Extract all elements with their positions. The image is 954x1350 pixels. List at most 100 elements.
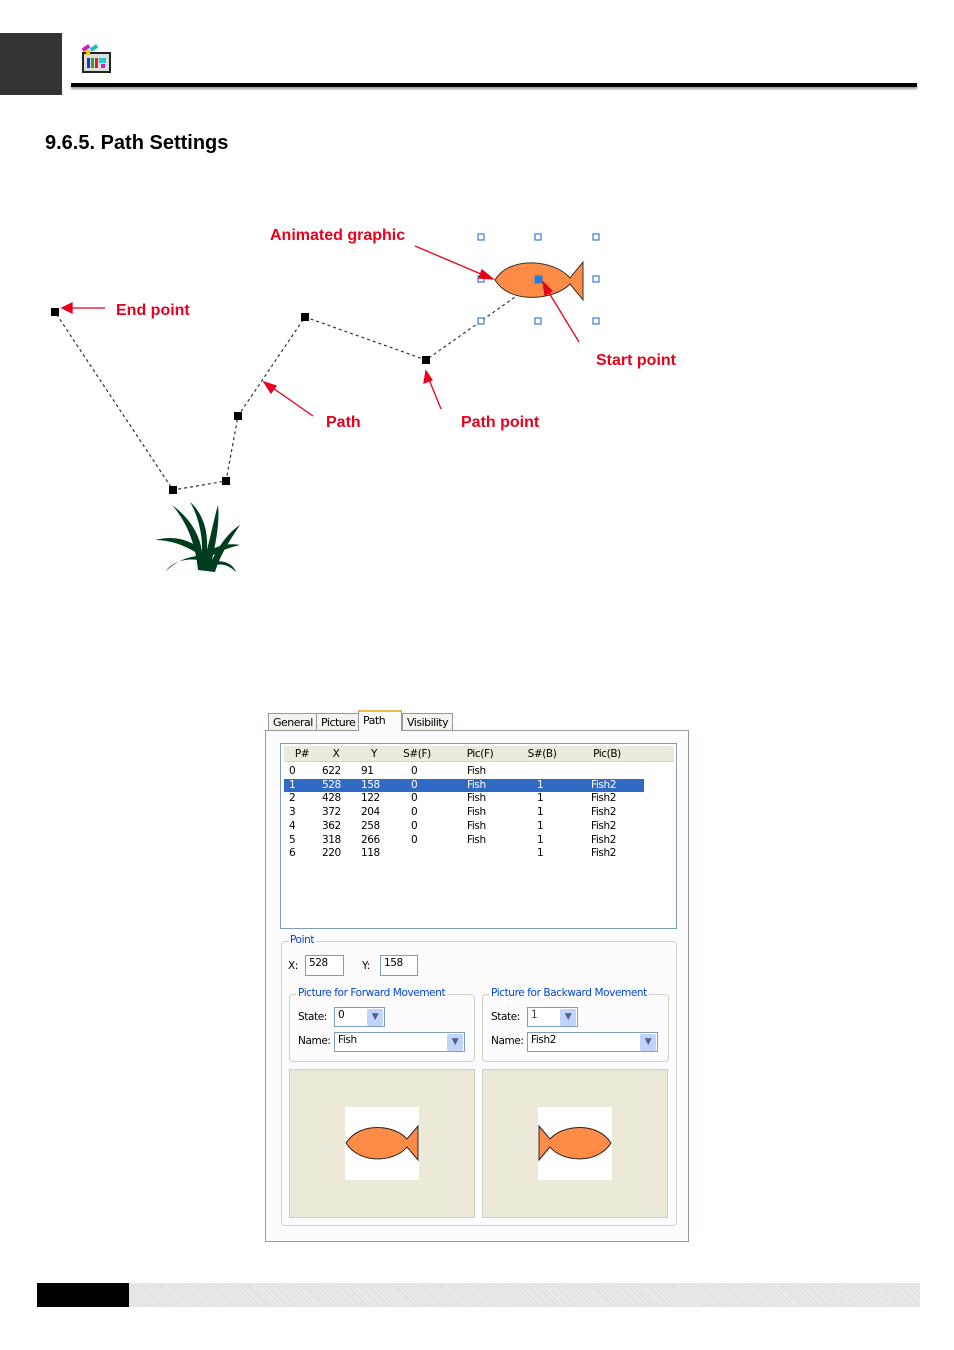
- column-header[interactable]: S#(F): [394, 748, 440, 760]
- column-header[interactable]: S#(B): [519, 748, 565, 760]
- table-cell: 362: [322, 819, 341, 832]
- fish-backward-image: [538, 1107, 612, 1180]
- table-cell: 6: [289, 847, 296, 860]
- x-label: X:: [288, 960, 298, 972]
- path-points: [51, 308, 430, 494]
- chevron-down-icon[interactable]: ▼: [367, 1009, 383, 1026]
- table-cell: 5: [289, 833, 296, 846]
- table-cell: Fish2: [591, 792, 616, 805]
- table-cell: 1: [537, 792, 544, 805]
- label-start-point: Start point: [596, 352, 676, 369]
- table-cell: 428: [322, 792, 341, 805]
- tab-picture[interactable]: Picture: [316, 713, 361, 731]
- path-points-table[interactable]: P# X Y S#(F) Pic(F) S#(B) Pic(B) 0 622 91 0…: [280, 743, 677, 929]
- table-cell: Fish: [467, 819, 486, 832]
- backward-legend: Picture for Backward Movement: [489, 987, 649, 999]
- forward-name-value: Fish: [338, 1034, 357, 1046]
- table-cell: 1: [537, 819, 544, 832]
- table-row[interactable]: 3 372 204 0 Fish 1 Fish2: [284, 806, 644, 820]
- table-cell: Fish: [467, 806, 486, 819]
- column-header[interactable]: Pic(F): [444, 748, 516, 760]
- table-cell: 0: [411, 765, 418, 777]
- table-cell: 318: [322, 833, 341, 846]
- column-header[interactable]: P#: [290, 748, 314, 760]
- table-cell: 158: [361, 778, 380, 791]
- plant-graphic: [155, 502, 240, 572]
- table-cell: Fish2: [591, 819, 616, 832]
- table-cell: Fish: [467, 792, 486, 805]
- forward-state-label: State:: [298, 1011, 327, 1023]
- table-cell: Fish2: [591, 806, 616, 819]
- table-cell: Fish2: [591, 778, 616, 791]
- forward-legend: Picture for Forward Movement: [296, 987, 448, 999]
- table-cell: 122: [361, 792, 380, 805]
- table-cell: 0: [289, 765, 296, 777]
- tab-visibility[interactable]: Visibility: [402, 713, 454, 731]
- table-cell: 1: [537, 778, 544, 791]
- fish-forward-image: [345, 1107, 419, 1180]
- backward-name-label: Name:: [491, 1035, 524, 1047]
- table-cell: 204: [361, 806, 380, 819]
- tab-path[interactable]: Path: [358, 710, 402, 731]
- table-cell: 528: [322, 778, 341, 791]
- footer-block: [37, 1283, 129, 1307]
- table-cell: Fish2: [591, 847, 616, 860]
- table-cell: Fish: [467, 765, 486, 777]
- table-cell: Fish: [467, 778, 486, 791]
- tab-general[interactable]: General: [268, 713, 318, 731]
- y-input[interactable]: 158: [380, 955, 418, 976]
- table-row[interactable]: 6 220 118 1 Fish2: [284, 847, 644, 861]
- table-cell: 220: [322, 847, 341, 860]
- table-cell: 2: [289, 792, 296, 805]
- table-cell: 118: [361, 847, 380, 860]
- table-cell: 372: [322, 806, 341, 819]
- backward-state-select[interactable]: 1 ▼: [527, 1007, 578, 1027]
- table-cell: 258: [361, 819, 380, 832]
- backward-name-select[interactable]: Fish2 ▼: [527, 1032, 658, 1052]
- forward-name-label: Name:: [298, 1035, 331, 1047]
- table-cell: 0: [411, 806, 418, 819]
- table-cell: 91: [361, 765, 374, 777]
- chevron-down-icon[interactable]: ▼: [640, 1034, 656, 1051]
- forward-name-select[interactable]: Fish ▼: [334, 1032, 465, 1052]
- footer-bar: [129, 1283, 920, 1307]
- header-block: [0, 33, 62, 95]
- path-diagram: [51, 233, 600, 572]
- x-input[interactable]: 528: [305, 955, 344, 976]
- label-path-point: Path point: [461, 414, 540, 431]
- table-row[interactable]: 4 362 258 0 Fish 1 Fish2: [284, 820, 644, 834]
- header-rule: [71, 83, 917, 87]
- table-cell: Fish2: [591, 833, 616, 846]
- table-cell: 0: [411, 833, 418, 846]
- table-cell: 0: [411, 819, 418, 832]
- column-header[interactable]: X: [318, 748, 354, 760]
- backward-state-value: 1: [531, 1009, 538, 1021]
- table-cell: 266: [361, 833, 380, 846]
- label-path: Path: [326, 414, 361, 431]
- table-cell: 1: [537, 847, 544, 860]
- forward-state-value: 0: [338, 1009, 345, 1021]
- point-legend: Point: [288, 934, 317, 946]
- table-cell: 0: [411, 792, 418, 805]
- table-cell: 4: [289, 819, 296, 832]
- table-header: P# X Y S#(F) Pic(F) S#(B) Pic(B): [284, 746, 674, 762]
- forward-state-select[interactable]: 0 ▼: [334, 1007, 385, 1027]
- section-title: 9.6.5. Path Settings: [45, 132, 229, 154]
- palette-screen-icon: [81, 44, 111, 73]
- table-row[interactable]: 0 622 91 0 Fish: [284, 765, 644, 779]
- label-animated-graphic: Animated graphic: [270, 227, 406, 244]
- chevron-down-icon[interactable]: ▼: [560, 1009, 576, 1026]
- table-cell: Fish: [467, 833, 486, 846]
- table-row[interactable]: 5 318 266 0 Fish 1 Fish2: [284, 834, 644, 848]
- table-cell: 0: [411, 778, 418, 791]
- backward-name-value: Fish2: [531, 1034, 556, 1046]
- table-row[interactable]: 2 428 122 0 Fish 1 Fish2: [284, 792, 644, 806]
- chevron-down-icon[interactable]: ▼: [447, 1034, 463, 1051]
- table-row[interactable]: 1 528 158 0 Fish 1 Fish2: [284, 778, 644, 793]
- backward-state-label: State:: [491, 1011, 520, 1023]
- y-label: Y:: [362, 960, 370, 972]
- table-cell: 1: [537, 806, 544, 819]
- column-header[interactable]: Y: [356, 748, 392, 760]
- table-cell: 3: [289, 806, 296, 819]
- column-header[interactable]: Pic(B): [569, 748, 645, 760]
